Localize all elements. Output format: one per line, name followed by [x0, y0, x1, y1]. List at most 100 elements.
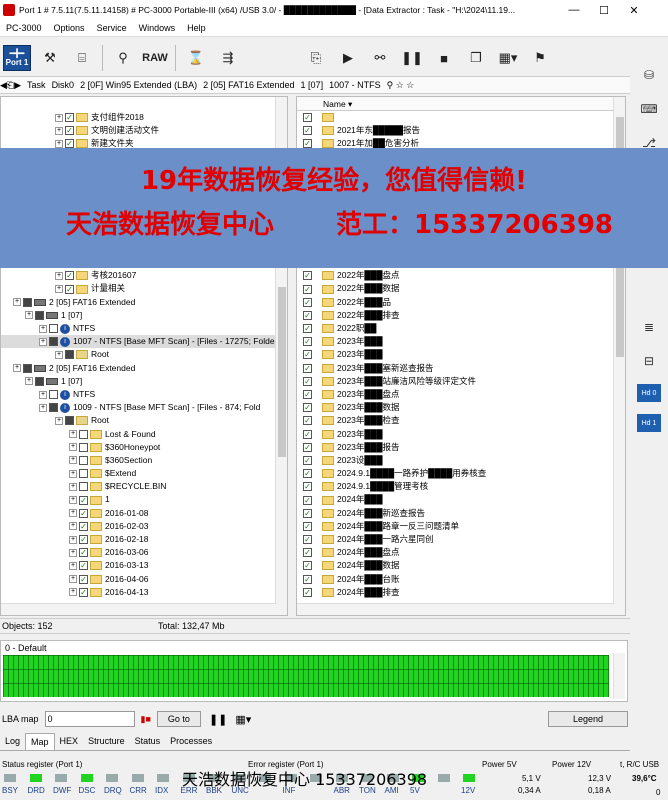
tree-checkbox[interactable]: ✓	[79, 587, 88, 597]
list-checkbox[interactable]: ✓	[303, 310, 312, 320]
hourglass-icon[interactable]: ⌛	[183, 45, 209, 71]
chip-icon[interactable]: ▦▾	[235, 713, 251, 726]
list-item[interactable]: ✓ 2021年东█████报告	[297, 124, 615, 137]
list-checkbox[interactable]: ✓	[303, 284, 312, 294]
name-column-header[interactable]: Name ▾	[297, 97, 625, 111]
list-checkbox[interactable]: ✓	[303, 561, 312, 571]
tree-row[interactable]: + ✓ 2016-02-03	[1, 520, 277, 533]
binoculars-icon[interactable]: ⚲	[110, 45, 136, 71]
expand-icon[interactable]: +	[55, 139, 63, 148]
expand-icon[interactable]: +	[69, 588, 77, 597]
tree-row[interactable]: + ✓ 考核201607	[1, 269, 277, 282]
list-checkbox[interactable]: ✓	[303, 390, 312, 400]
export-icon[interactable]: ⇶	[215, 45, 241, 71]
list-item[interactable]: ✓	[297, 111, 615, 124]
list-item[interactable]: ✓ 2023年███站廉洁风险等级评定文件	[297, 375, 615, 388]
list-checkbox[interactable]: ✓	[303, 363, 312, 373]
list-checkbox[interactable]: ✓	[303, 126, 312, 136]
list-checkbox[interactable]: ✓	[303, 324, 312, 334]
expand-icon[interactable]: +	[39, 324, 47, 333]
tree-row[interactable]: + Root	[1, 414, 277, 427]
tree-checkbox[interactable]	[65, 416, 74, 426]
list-checkbox[interactable]: ✓	[303, 429, 312, 439]
list-checkbox[interactable]: ✓	[303, 482, 312, 492]
tab-log[interactable]: Log	[0, 733, 25, 750]
sector-grid[interactable]	[3, 655, 609, 697]
raw-button[interactable]: RAW	[142, 45, 168, 71]
list-item[interactable]: ✓ 2024年███盘点	[297, 546, 615, 559]
pause-icon[interactable]: ❚❚	[209, 713, 227, 726]
expand-icon[interactable]: +	[55, 350, 63, 359]
list-item[interactable]: ✓ 2022年███品	[297, 296, 615, 309]
tree-row[interactable]: + $RECYCLE.BIN	[1, 480, 277, 493]
tree-horizontal-scrollbar[interactable]	[1, 603, 277, 615]
menu-app[interactable]: PC-3000	[0, 23, 48, 33]
play-icon[interactable]: ▶	[335, 45, 361, 71]
expand-icon[interactable]: +	[55, 126, 63, 135]
expand-icon[interactable]: +	[39, 390, 47, 399]
tree-row[interactable]: + i 1007 - NTFS [Base MFT Scan] - [Files -…	[1, 335, 277, 349]
legend-button[interactable]: Legend	[547, 711, 628, 727]
tree-row[interactable]: + $360Honeypot	[1, 441, 277, 454]
list-item[interactable]: ✓ 2023设███	[297, 454, 615, 467]
list-checkbox[interactable]: ✓	[303, 469, 312, 479]
tree-row[interactable]: + ✓ 1	[1, 493, 277, 506]
list-item[interactable]: ✓ 2024年███一路六星同创	[297, 533, 615, 546]
minimize-button[interactable]: —	[559, 4, 589, 16]
list-checkbox[interactable]: ✓	[303, 271, 312, 281]
list-item[interactable]: ✓ 2022年███盘点	[297, 269, 615, 282]
tree-checkbox[interactable]	[65, 350, 74, 360]
list-checkbox[interactable]: ✓	[303, 548, 312, 558]
list-item[interactable]: ✓ 2024年███数据	[297, 559, 615, 572]
tree-row[interactable]: + ✓ 2016-04-06	[1, 573, 277, 586]
expand-icon[interactable]: +	[69, 430, 77, 439]
list-item[interactable]: ✓ 2024.9.1████一路养护████用券核查	[297, 467, 615, 480]
tree-checkbox[interactable]	[79, 455, 88, 465]
tree-row[interactable]: + $360Section	[1, 454, 277, 467]
list-checkbox[interactable]: ✓	[303, 350, 312, 360]
tree-row[interactable]: + Root	[1, 348, 277, 361]
tab-map[interactable]: Map	[25, 733, 55, 750]
goto-button[interactable]: Go to	[156, 711, 201, 727]
back-icon[interactable]: ◀⎗▶	[0, 80, 21, 91]
tree-row[interactable]: + $Extend	[1, 467, 277, 480]
list-item[interactable]: ✓ 2023年███盘点	[297, 388, 615, 401]
tree-row[interactable]: + ✓ 2016-03-06	[1, 546, 277, 559]
tree-checkbox[interactable]: ✓	[79, 535, 88, 545]
tree-row[interactable]: + i NTFS	[1, 322, 277, 335]
tree-checkbox[interactable]: ✓	[79, 508, 88, 518]
tree-checkbox[interactable]	[49, 337, 58, 347]
tree-checkbox[interactable]	[79, 429, 88, 439]
tree-checkbox[interactable]: ✓	[65, 284, 74, 294]
expand-icon[interactable]: +	[55, 271, 63, 280]
equalizer-icon[interactable]: ≣	[638, 316, 660, 338]
list-item[interactable]: ✓ 2023年███	[297, 348, 615, 361]
list-checkbox[interactable]: ✓	[303, 455, 312, 465]
tree-checkbox[interactable]	[23, 363, 32, 373]
list-checkbox[interactable]: ✓	[303, 535, 312, 545]
list-checkbox[interactable]: ✓	[303, 403, 312, 413]
list-checkbox[interactable]: ✓	[303, 495, 312, 505]
list-checkbox[interactable]: ✓	[303, 508, 312, 518]
list-item[interactable]: ✓ 2023年███报告	[297, 441, 615, 454]
menu-options[interactable]: Options	[48, 23, 91, 33]
list-checkbox[interactable]: ✓	[303, 337, 312, 347]
hd0-icon[interactable]: Hd 0	[637, 384, 661, 402]
tree-row[interactable]: + ✓ 2016-03-13	[1, 559, 277, 572]
tree-checkbox[interactable]	[79, 442, 88, 452]
crumb-part1[interactable]: 2 [0F] Win95 Extended (LBA)	[80, 80, 197, 90]
list-checkbox[interactable]: ✓	[303, 587, 312, 597]
expand-icon[interactable]: +	[25, 377, 33, 386]
list-item[interactable]: ✓ 2023年███	[297, 335, 615, 348]
list-checkbox[interactable]: ✓	[303, 574, 312, 584]
expand-icon[interactable]: +	[13, 298, 21, 307]
hd1-icon[interactable]: Hd 1	[637, 414, 661, 432]
expand-icon[interactable]: +	[69, 575, 77, 584]
crumb-part4[interactable]: 1007 - NTFS	[329, 80, 381, 90]
list-item[interactable]: ✓ 2022职██	[297, 322, 615, 335]
list-item[interactable]: ✓ 2022年███排查	[297, 309, 615, 322]
keyboard-icon[interactable]: ⌨	[638, 98, 660, 120]
tree-row[interactable]: + ✓ 支付组件2018	[1, 111, 277, 124]
tree-checkbox[interactable]	[49, 390, 58, 400]
list-horizontal-scrollbar[interactable]	[297, 603, 615, 615]
